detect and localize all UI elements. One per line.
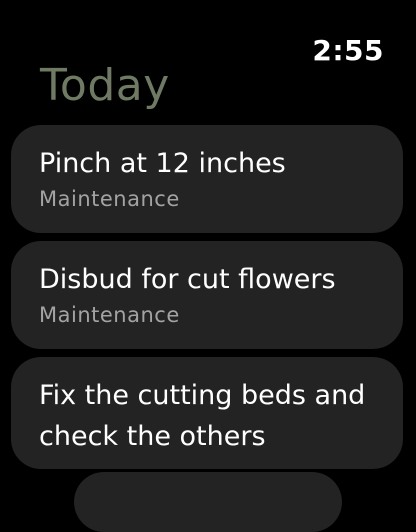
bottom-action-button[interactable] (74, 472, 342, 532)
page-title: Today (40, 60, 170, 111)
task-category: Maintenance (39, 303, 180, 327)
task-category: Maintenance (39, 187, 180, 211)
task-title: Disbud for cut flowers (39, 264, 336, 295)
task-card-disbud[interactable]: Disbud for cut flowers Maintenance (11, 241, 403, 349)
status-time: 2:55 (312, 34, 384, 67)
task-card-pinch[interactable]: Pinch at 12 inches Maintenance (11, 125, 403, 233)
task-title: Pinch at 12 inches (39, 148, 286, 179)
task-title: Fix the cutting beds and check the other… (39, 380, 366, 452)
task-card-fix-beds[interactable]: Fix the cutting beds and check the other… (11, 357, 403, 469)
task-list: Pinch at 12 inches Maintenance Disbud fo… (11, 125, 403, 477)
